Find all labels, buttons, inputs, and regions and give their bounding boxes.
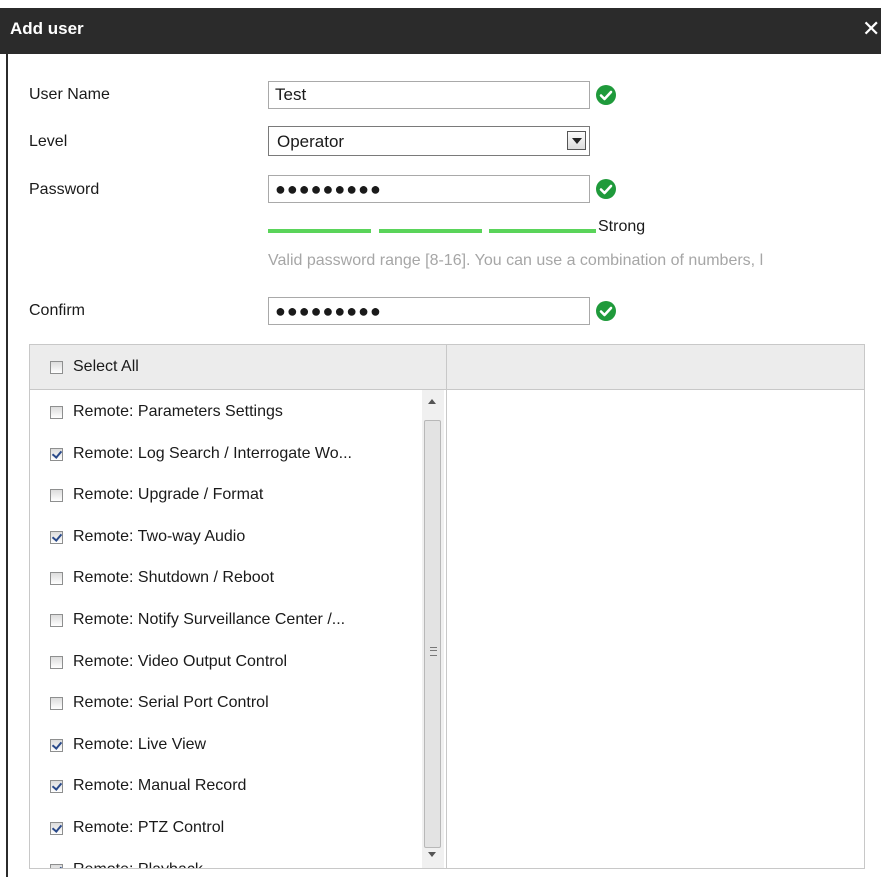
close-icon[interactable]: ✕ (862, 15, 880, 43)
permission-label: Remote: Notify Surveillance Center /... (73, 611, 346, 628)
chevron-down-icon[interactable] (567, 131, 586, 150)
strength-bar-2 (379, 229, 482, 233)
password-field[interactable]: ●●●●●●●●● (268, 175, 590, 203)
confirm-label: Confirm (29, 302, 86, 319)
permission-label: Remote: Serial Port Control (73, 694, 269, 712)
permissions-list: Remote: Parameters Settings Remote: Log S… (30, 390, 425, 868)
permission-checkbox[interactable] (50, 614, 63, 627)
permission-label: Remote: Log Search / Interrogate Wo... (73, 444, 352, 462)
permission-label: Remote: Live View (73, 735, 207, 753)
select-all-checkbox[interactable] (50, 361, 63, 374)
permission-checkbox[interactable] (50, 655, 63, 669)
username-field[interactable]: Test (268, 81, 590, 109)
select-all-label: Select All (73, 358, 139, 375)
permission-checkbox[interactable] (50, 863, 63, 868)
permission-checkbox[interactable] (50, 780, 63, 794)
permission-label: Remote: Parameters Settings (73, 403, 283, 420)
permission-label: Remote: Shutdown / Reboot (73, 569, 275, 587)
confirm-value: ●●●●●●●●● (275, 301, 382, 321)
dialog-left-border (0, 54, 8, 877)
strength-bar-3 (489, 229, 596, 233)
permission-label: Remote: Playback (73, 861, 203, 868)
add-user-dialog: Add user ✕ User Name Test Level Operator… (0, 0, 881, 877)
scroll-up-icon[interactable] (428, 399, 436, 404)
dialog-title: Add user (10, 19, 84, 38)
password-hint: Valid password range [8-16]. You can use… (268, 252, 764, 269)
level-label: Level (29, 133, 68, 150)
permission-checkbox[interactable] (50, 738, 63, 752)
scroll-thumb[interactable] (424, 420, 441, 848)
permission-label: Remote: Upgrade / Format (73, 486, 264, 504)
level-select[interactable]: Operator (268, 126, 590, 156)
grip-icon (430, 647, 437, 656)
permission-checkbox[interactable] (50, 822, 63, 835)
dialog-titlebar: Add user ✕ (0, 8, 881, 54)
permission-checkbox[interactable] (50, 697, 63, 711)
permission-label: Remote: Manual Record (73, 777, 247, 795)
permission-label: Remote: Two-way Audio (73, 527, 246, 545)
permission-label: Remote: PTZ Control (73, 819, 225, 836)
permission-checkbox[interactable] (50, 572, 63, 586)
permission-label: Remote: Video Output Control (73, 652, 288, 670)
column-divider (446, 344, 447, 869)
strength-bar-1 (268, 229, 371, 233)
confirm-check-icon (596, 301, 616, 321)
permissions-header (29, 344, 865, 390)
username-value: Test (275, 85, 307, 104)
permission-checkbox[interactable] (50, 406, 63, 419)
permission-checkbox[interactable] (50, 447, 63, 461)
scroll-down-icon[interactable] (428, 852, 436, 857)
top-strip (0, 0, 881, 8)
permission-checkbox[interactable] (50, 530, 63, 544)
strength-label: Strong (598, 218, 646, 235)
password-check-icon (596, 179, 616, 199)
level-selected-value: Operator (277, 132, 345, 151)
permission-checkbox[interactable] (50, 489, 63, 503)
username-check-icon (596, 85, 616, 105)
username-label: User Name (29, 86, 110, 103)
permissions-scrollbar[interactable] (422, 390, 444, 868)
confirm-field[interactable]: ●●●●●●●●● (268, 297, 590, 325)
password-label: Password (29, 181, 100, 198)
password-value: ●●●●●●●●● (275, 179, 382, 199)
